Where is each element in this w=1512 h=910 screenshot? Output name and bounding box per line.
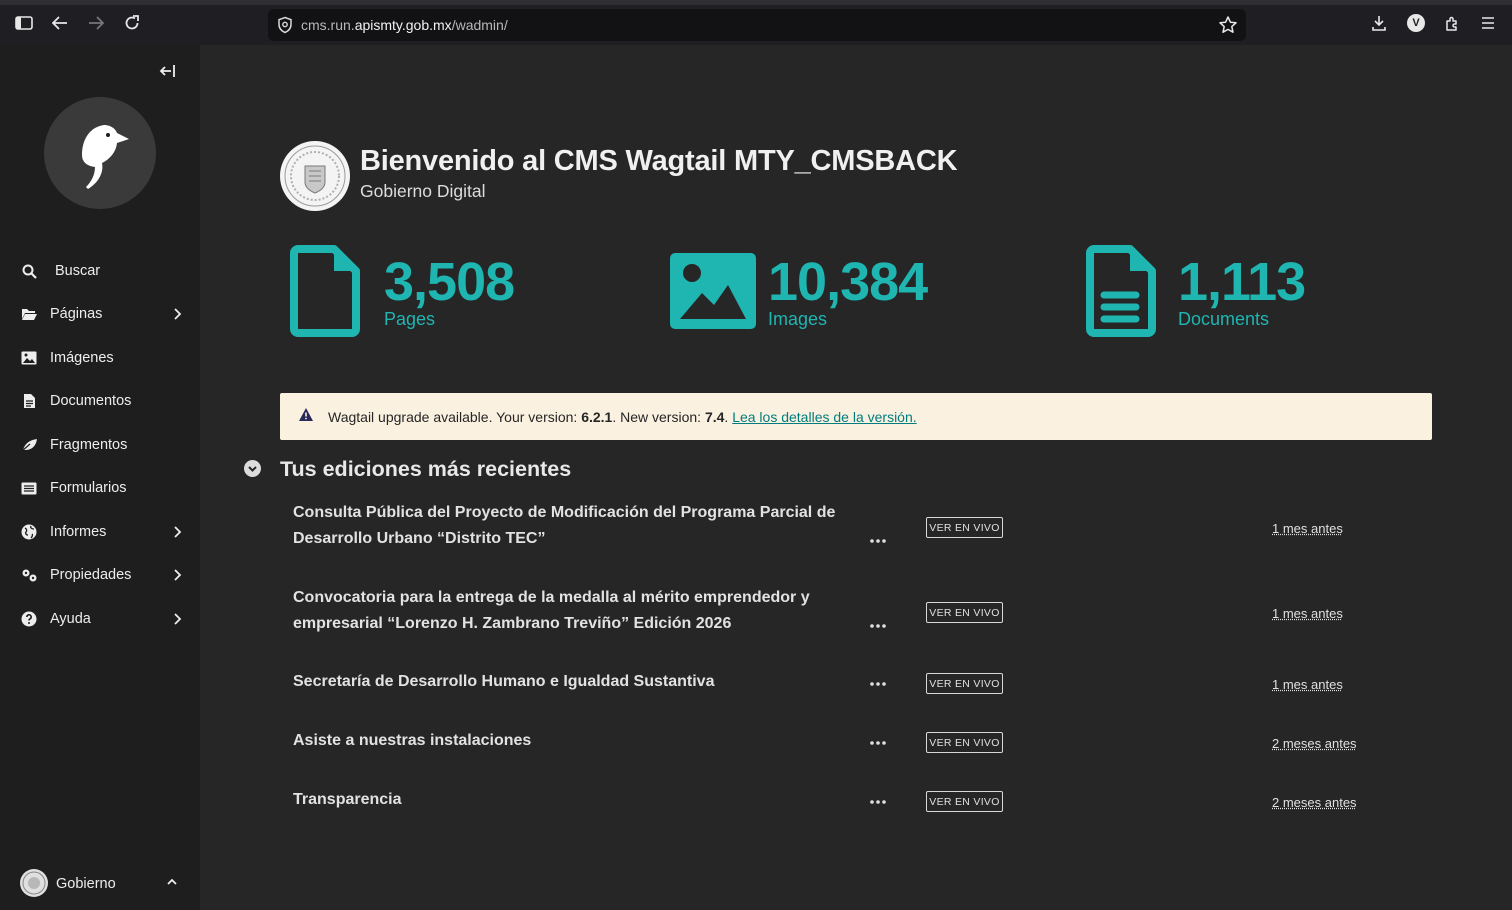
page-title: Bienvenido al CMS Wagtail MTY_CMSBACK — [360, 145, 958, 177]
more-actions-icon[interactable] — [869, 740, 887, 746]
edited-time: 2 meses antes — [1272, 795, 1357, 810]
edited-time: 1 mes antes — [1272, 521, 1343, 536]
edited-time: 2 meses antes — [1272, 736, 1357, 751]
folder-open-icon — [20, 305, 38, 323]
sidebar-item-label: Buscar — [55, 263, 101, 279]
back-icon[interactable] — [48, 11, 72, 35]
edited-time: 1 mes antes — [1272, 606, 1343, 621]
stat-images[interactable]: 10,384 Images — [670, 245, 990, 340]
menu-icon[interactable] — [1476, 11, 1500, 35]
images-count: 10,384 — [768, 252, 928, 312]
page-icon — [290, 245, 360, 337]
profile-avatar-icon[interactable]: V — [1404, 11, 1428, 35]
sidebar-toggle-icon[interactable] — [12, 11, 36, 35]
warning-icon — [299, 408, 313, 421]
image-icon — [20, 349, 38, 367]
forward-icon[interactable] — [84, 11, 108, 35]
collapse-sidebar-icon[interactable] — [156, 61, 178, 81]
site-seal-logo — [280, 141, 350, 211]
sidebar-item-formularios[interactable]: Formularios — [0, 470, 200, 506]
pages-count: 3,508 — [384, 252, 515, 312]
table-row: Convocatoria para la entrega de la medal… — [293, 585, 1393, 639]
documents-count: 1,113 — [1178, 252, 1306, 312]
table-row: Secretaría de Desarrollo Humano e Iguald… — [293, 669, 1393, 699]
pages-label: Pages — [384, 309, 436, 329]
sidebar-item-label: Propiedades — [50, 567, 132, 583]
document-icon — [20, 392, 38, 410]
chevron-down-circle-icon — [244, 460, 261, 477]
extensions-icon[interactable] — [1440, 11, 1464, 35]
chevron-right-icon — [174, 308, 182, 320]
images-label: Images — [768, 309, 828, 329]
chevron-right-icon — [174, 526, 182, 538]
search-icon — [20, 262, 38, 280]
address-bar[interactable]: cms.run.apismty.gob.mx/wadmin/ — [268, 9, 1246, 41]
chevron-up-icon[interactable] — [166, 877, 178, 887]
row-title-link[interactable]: Asiste a nuestras instalaciones — [293, 728, 853, 754]
sidebar-item-informes[interactable]: Informes — [0, 514, 200, 550]
stat-documents[interactable]: 1,113 Documents — [1086, 245, 1406, 340]
reload-icon[interactable] — [120, 11, 144, 35]
main-content: Bienvenido al CMS Wagtail MTY_CMSBACK Go… — [200, 45, 1512, 910]
view-live-button[interactable]: VER EN VIVO — [926, 517, 1003, 538]
chevron-right-icon — [174, 613, 182, 625]
cogs-icon — [20, 566, 38, 584]
sidebar-item-documentos[interactable]: Documentos — [0, 383, 200, 419]
table-row: Transparencia VER EN VIVO 2 meses antes — [293, 787, 1393, 817]
view-live-button[interactable]: VER EN VIVO — [926, 791, 1003, 812]
snippet-icon — [20, 436, 38, 454]
user-name: Gobierno — [56, 876, 116, 892]
sidebar-item-propiedades[interactable]: Propiedades — [0, 557, 200, 593]
sidebar-item-ayuda[interactable]: Ayuda — [0, 601, 200, 637]
download-icon[interactable] — [1367, 11, 1391, 35]
row-title-link[interactable]: Secretaría de Desarrollo Humano e Iguald… — [293, 669, 853, 695]
table-row: Asiste a nuestras instalaciones VER EN V… — [293, 728, 1393, 758]
list-icon — [20, 479, 38, 497]
view-live-button[interactable]: VER EN VIVO — [926, 602, 1003, 623]
url-text: cms.run.apismty.gob.mx/wadmin/ — [301, 17, 508, 33]
row-title-link[interactable]: Transparencia — [293, 787, 853, 813]
recent-edits-heading: Tus ediciones más recientes — [280, 457, 572, 481]
sidebar-item-label: Informes — [50, 524, 107, 540]
sidebar-item-label: Páginas — [50, 306, 103, 322]
account-menu[interactable]: Gobierno — [0, 865, 200, 905]
sidebar-item-imagenes[interactable]: Imágenes — [0, 340, 200, 376]
profile-initial: V — [1407, 14, 1425, 32]
avatar[interactable] — [20, 869, 48, 897]
chevron-right-icon — [174, 569, 182, 581]
sidebar-item-label: Ayuda — [50, 611, 91, 627]
page-subtitle: Gobierno Digital — [360, 181, 486, 201]
sidebar-item-label: Formularios — [50, 480, 127, 496]
sidebar-item-paginas[interactable]: Páginas — [0, 296, 200, 332]
help-icon — [20, 610, 38, 628]
more-actions-icon[interactable] — [869, 538, 887, 544]
row-title-link[interactable]: Convocatoria para la entrega de la medal… — [293, 585, 853, 637]
sidebar-item-label: Documentos — [50, 393, 132, 409]
image-icon — [670, 253, 756, 329]
release-notes-link[interactable]: Lea los detalles de la versión. — [732, 409, 916, 425]
sidebar-item-label: Fragmentos — [50, 437, 128, 453]
table-row: Consulta Pública del Proyecto de Modific… — [293, 500, 1393, 554]
documents-label: Documents — [1178, 309, 1270, 329]
row-title-link[interactable]: Consulta Pública del Proyecto de Modific… — [293, 500, 853, 552]
upgrade-notice-text: Wagtail upgrade available. Your version:… — [328, 409, 917, 425]
upgrade-notice: Wagtail upgrade available. Your version:… — [280, 393, 1432, 440]
sidebar-item-label: Imágenes — [50, 350, 114, 366]
view-live-button[interactable]: VER EN VIVO — [926, 732, 1003, 753]
sidebar-item-fragmentos[interactable]: Fragmentos — [0, 427, 200, 463]
stat-pages[interactable]: 3,508 Pages — [290, 245, 590, 340]
sidebar-item-buscar[interactable]: Buscar — [0, 253, 200, 289]
view-live-button[interactable]: VER EN VIVO — [926, 673, 1003, 694]
browser-toolbar: cms.run.apismty.gob.mx/wadmin/ V — [0, 0, 1512, 45]
more-actions-icon[interactable] — [869, 623, 887, 629]
globe-icon — [20, 523, 38, 541]
sidebar: Buscar Páginas Imágenes Documentos Fragm… — [0, 45, 200, 910]
wagtail-logo-icon[interactable] — [42, 95, 158, 211]
document-icon — [1086, 245, 1156, 337]
more-actions-icon[interactable] — [869, 799, 887, 805]
edited-time: 1 mes antes — [1272, 677, 1343, 692]
more-actions-icon[interactable] — [869, 681, 887, 687]
shield-icon[interactable] — [276, 16, 294, 34]
bookmark-star-icon[interactable] — [1218, 15, 1238, 35]
